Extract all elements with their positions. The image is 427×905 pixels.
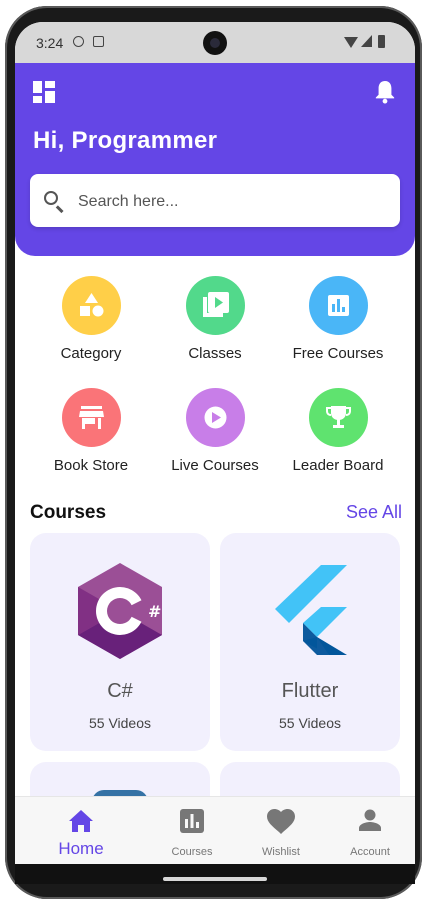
trophy-icon <box>308 388 368 447</box>
nav-wishlist[interactable]: Wishlist <box>241 797 321 865</box>
device-frame: 3:24 Hi, Programmer Search here... Categ… <box>0 0 427 905</box>
nav-home[interactable]: Home <box>41 797 121 865</box>
dashboard-menu-icon[interactable] <box>33 81 55 103</box>
nav-account[interactable]: Account <box>330 797 410 865</box>
status-bar: 3:24 <box>15 22 415 63</box>
category-item-free-courses[interactable]: Free Courses <box>276 276 400 362</box>
greeting-title: Hi, Programmer <box>33 127 218 154</box>
header-banner: Hi, Programmer <box>15 63 415 256</box>
nav-wishlist-label: Wishlist <box>262 846 300 858</box>
csharp-logo: # <box>78 563 162 659</box>
store-icon <box>61 388 121 447</box>
leader-board-label: Leader Board <box>292 457 384 474</box>
gesture-area <box>15 864 415 884</box>
classes-label: Classes <box>188 345 242 362</box>
course-video-count: 55 Videos <box>278 715 341 731</box>
protect-icon <box>73 36 84 47</box>
camera-cutout <box>203 31 227 55</box>
video-library-icon <box>185 276 245 335</box>
category-item-book-store[interactable]: Book Store <box>29 388 153 474</box>
live-courses-label: Live Courses <box>171 457 259 474</box>
category-item-category[interactable]: Category <box>29 276 153 362</box>
bottom-navigation: Home Courses Wishlist Account <box>15 796 415 865</box>
courses-section-title: Courses <box>30 502 107 523</box>
course-title: Flutter <box>281 680 339 702</box>
nav-courses-label: Courses <box>171 846 213 858</box>
category-item-leader-board[interactable]: Leader Board <box>276 388 400 474</box>
app-screen: 3:24 Hi, Programmer Search here... Categ… <box>15 22 415 884</box>
status-time: 3:24 <box>36 35 64 51</box>
nav-home-label: Home <box>58 839 104 858</box>
category-item-classes[interactable]: Classes <box>153 276 277 362</box>
heart-icon <box>267 809 295 834</box>
free-courses-label: Free Courses <box>292 345 384 362</box>
search-bar[interactable] <box>30 174 400 229</box>
flutter-logo <box>275 565 347 655</box>
book-store-label: Book Store <box>53 457 129 474</box>
search-input[interactable] <box>76 174 390 229</box>
nav-account-label: Account <box>350 846 390 858</box>
home-gesture-bar[interactable] <box>163 877 267 881</box>
notification-a-icon <box>93 36 104 47</box>
course-card-flutter[interactable]: Flutter 55 Videos <box>220 533 400 751</box>
signal-icon <box>361 35 372 47</box>
play-circle-icon <box>185 388 245 447</box>
wifi-icon <box>344 37 358 48</box>
courses-chart-icon <box>180 809 204 833</box>
see-all-link[interactable]: See All <box>346 502 402 523</box>
bar-chart-icon <box>308 276 368 335</box>
course-video-count: 55 Videos <box>88 715 151 731</box>
bell-icon[interactable] <box>374 79 396 105</box>
home-icon <box>69 810 93 832</box>
category-label: Category <box>60 345 122 362</box>
shapes-icon <box>61 276 121 335</box>
category-item-live-courses[interactable]: Live Courses <box>153 388 277 474</box>
svg-text:#: # <box>148 602 161 621</box>
person-icon <box>359 809 381 831</box>
search-icon <box>44 191 58 205</box>
course-title: C# <box>107 680 133 702</box>
nav-courses[interactable]: Courses <box>152 797 232 865</box>
course-card-csharp[interactable]: # C# 55 Videos <box>30 533 210 751</box>
battery-icon <box>378 35 385 48</box>
